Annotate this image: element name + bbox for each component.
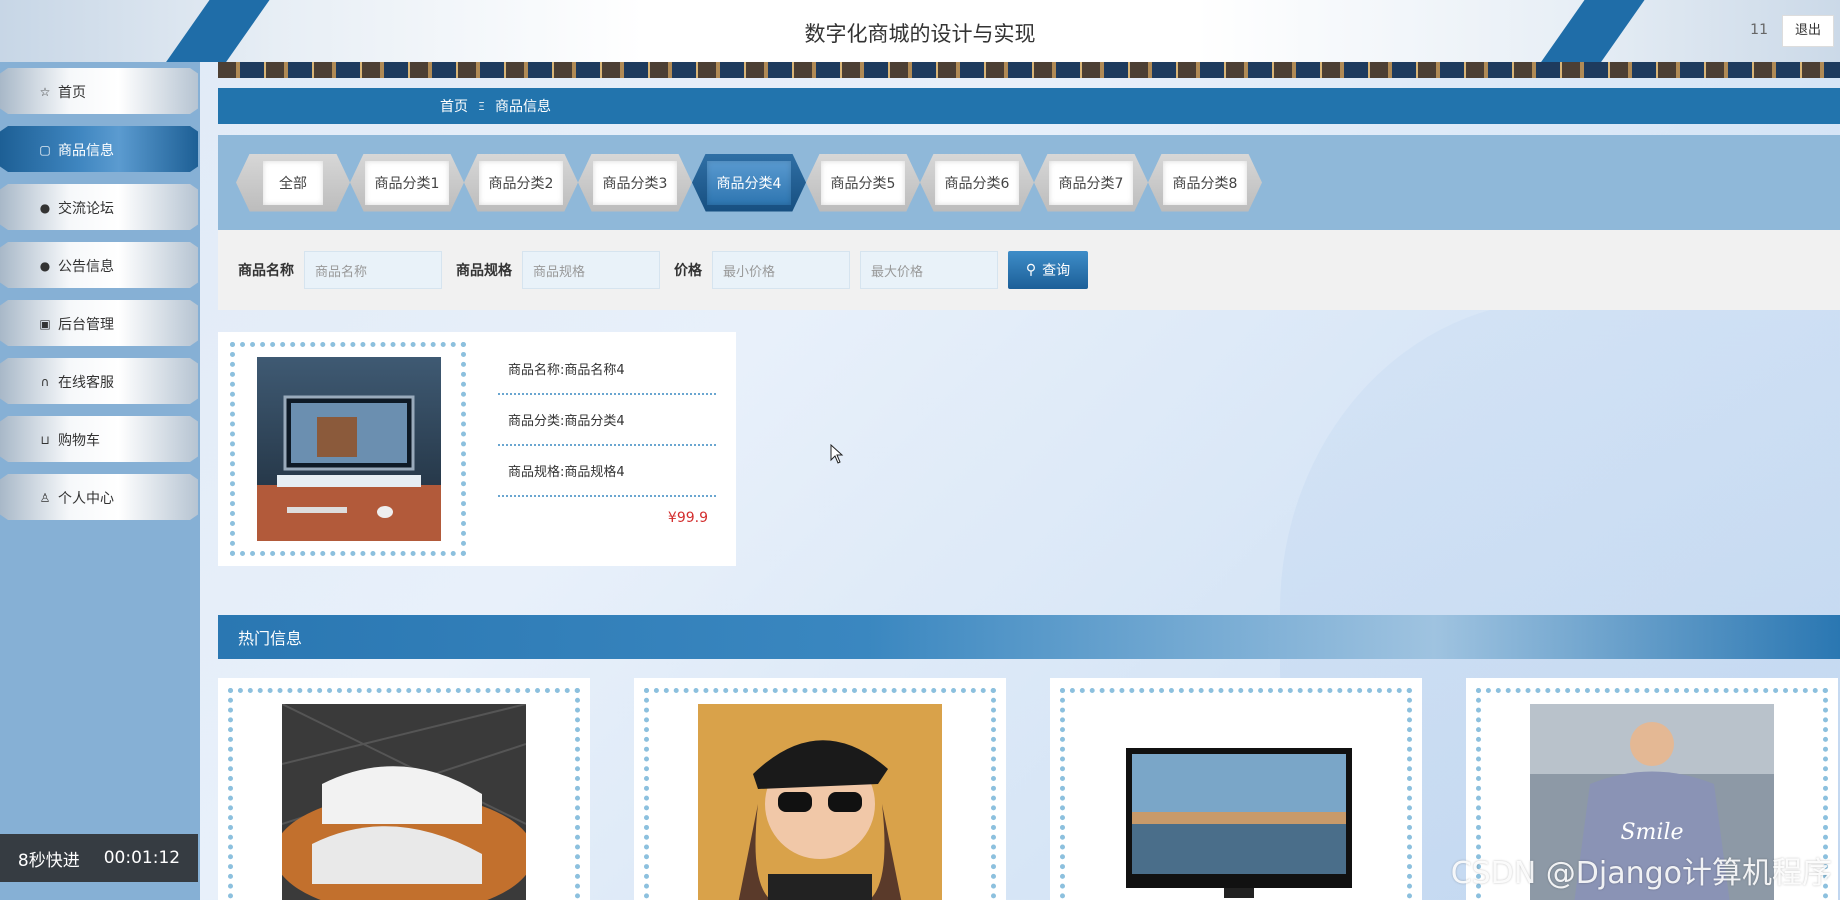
username: 11	[1750, 22, 1768, 38]
sidebar-item-service[interactable]: ∩ 在线客服	[0, 352, 200, 410]
product-category: 商品分类:商品分类4	[498, 395, 716, 446]
box-icon: ▣	[39, 317, 51, 331]
hot-item-image	[1114, 704, 1358, 900]
breadcrumb: 首页 Ξ 商品信息	[218, 88, 1840, 124]
hot-item-image	[282, 704, 526, 900]
cart-icon: ⊔	[40, 433, 50, 447]
logout-button[interactable]: 退出	[1782, 15, 1834, 47]
sidebar-item-label: 购物车	[58, 433, 100, 449]
product-spec-input[interactable]: 商品规格	[522, 251, 660, 289]
sidebar-item-products[interactable]: ▢ 商品信息	[0, 120, 200, 178]
search-button[interactable]: ⚲ 查询	[1008, 251, 1088, 289]
sidebar: ☆ 首页 ▢ 商品信息 ● 交流论坛 ● 公告信息 ▣ 后台管理 ∩ 在线客服 ⊔ 购物车 ♙…	[0, 62, 200, 900]
max-price-input[interactable]: 最大价格	[860, 251, 998, 289]
product-name-input[interactable]: 商品名称	[304, 251, 442, 289]
product-spec: 商品规格:商品规格4	[498, 446, 716, 497]
category-tab-active[interactable]: 商品分类4	[692, 153, 806, 212]
spec-label: 商品规格	[456, 263, 512, 279]
hot-section-title: 热门信息	[238, 629, 303, 648]
breadcrumb-separator: Ξ	[478, 99, 485, 113]
breadcrumb-current: 商品信息	[494, 99, 551, 115]
product-card[interactable]: 商品名称:商品名称4 商品分类:商品分类4 商品规格:商品规格4 ¥99.9	[218, 332, 736, 566]
product-info: 商品名称:商品名称4 商品分类:商品分类4 商品规格:商品规格4	[498, 344, 716, 497]
category-tab[interactable]: 商品分类8	[1148, 153, 1262, 212]
search-bar: 商品名称 商品名称 商品规格 商品规格 价格 最小价格 最大价格 ⚲ 查询	[218, 230, 1840, 310]
category-tab[interactable]: 商品分类3	[578, 153, 692, 212]
min-price-input[interactable]: 最小价格	[712, 251, 850, 289]
hot-item-image	[698, 704, 942, 900]
product-image	[257, 357, 441, 541]
price-label: 价格	[674, 263, 702, 279]
sidebar-item-home[interactable]: ☆ 首页	[0, 62, 200, 120]
bag-icon: ▢	[39, 143, 51, 157]
category-tab[interactable]: 商品分类7	[1034, 153, 1148, 212]
sidebar-item-label: 后台管理	[58, 317, 114, 333]
page-title: 数字化商城的设计与实现	[804, 22, 1036, 46]
category-tab[interactable]: 全部	[236, 153, 350, 212]
sidebar-item-label: 在线客服	[58, 375, 114, 391]
banner-strip	[218, 62, 1840, 78]
name-label: 商品名称	[238, 263, 294, 279]
sidebar-item-cart[interactable]: ⊔ 购物车	[0, 410, 200, 468]
star-icon: ☆	[39, 85, 51, 99]
alert-icon: ●	[39, 201, 51, 215]
sidebar-item-label: 商品信息	[58, 143, 114, 159]
sidebar-item-admin[interactable]: ▣ 后台管理	[0, 294, 200, 352]
hot-section-header: 热门信息	[218, 615, 1840, 659]
playback-time: 00:01:12	[103, 848, 181, 868]
person-icon: ♙	[39, 491, 51, 505]
sidebar-item-profile[interactable]: ♙ 个人中心	[0, 468, 200, 526]
sidebar-item-label: 公告信息	[58, 259, 114, 275]
hot-item[interactable]	[218, 678, 590, 900]
hot-item[interactable]	[634, 678, 1006, 900]
sidebar-item-forum[interactable]: ● 交流论坛	[0, 178, 200, 236]
sidebar-item-label: 交流论坛	[58, 201, 114, 217]
product-name: 商品名称:商品名称4	[498, 344, 716, 395]
category-tab[interactable]: 商品分类2	[464, 153, 578, 212]
header: 数字化商城的设计与实现 11 退出	[0, 0, 1840, 62]
headset-icon: ∩	[40, 375, 50, 389]
category-tab[interactable]: 商品分类6	[920, 153, 1034, 212]
sidebar-item-label: 首页	[58, 85, 86, 101]
sidebar-item-label: 个人中心	[58, 491, 114, 507]
hot-item[interactable]	[1050, 678, 1422, 900]
category-tab[interactable]: 商品分类5	[806, 153, 920, 212]
watermark: CSDN @Django计算机程序	[1450, 856, 1832, 891]
category-tab[interactable]: 商品分类1	[350, 153, 464, 212]
breadcrumb-home[interactable]: 首页	[440, 96, 468, 116]
mouse-cursor-icon	[830, 444, 844, 464]
fast-forward-overlay: 8秒快进 00:01:12	[0, 834, 198, 882]
product-price: ¥99.9	[667, 510, 708, 526]
search-icon: ⚲	[1025, 262, 1037, 278]
fast-forward-label: 8秒快进	[17, 850, 80, 871]
svg-text:Smile: Smile	[1620, 820, 1683, 845]
sidebar-item-notice[interactable]: ● 公告信息	[0, 236, 200, 294]
help-icon: ●	[39, 259, 51, 273]
category-tabs: 全部 商品分类1 商品分类2 商品分类3 商品分类4 商品分类5 商品分类6 商…	[218, 135, 1840, 230]
